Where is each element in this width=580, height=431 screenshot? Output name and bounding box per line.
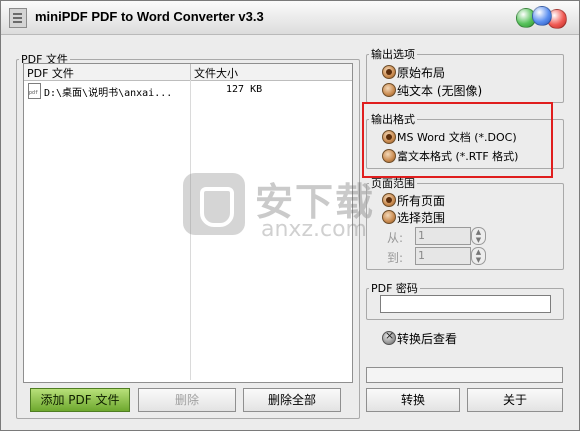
to-label: 到: [387, 251, 404, 265]
view-after-checkbox-icon[interactable] [382, 329, 396, 345]
column-header-file[interactable]: PDF 文件 [27, 65, 74, 81]
view-after-label: 转换后查看 [397, 332, 458, 346]
app-window: miniPDF PDF to Word Converter v3.3 PDF 文… [0, 0, 580, 431]
to-spinner-icon[interactable]: ▲ ▼ [471, 247, 486, 265]
maximize-icon[interactable] [532, 6, 552, 26]
window-controls [513, 6, 569, 32]
page-range-legend: 页面范围 [371, 177, 415, 190]
app-icon [9, 8, 27, 28]
output-options-legend: 输出选项 [371, 48, 415, 61]
file-name: D:\桌面\说明书\anxai... [44, 88, 173, 99]
radio-original-layout[interactable] [382, 65, 396, 79]
add-pdf-button[interactable]: 添加 PDF 文件 [30, 388, 130, 412]
convert-button[interactable]: 转换 [366, 388, 460, 412]
file-list-header: PDF 文件 文件大小 [24, 64, 352, 81]
about-button[interactable]: 关于 [467, 388, 563, 412]
watermark-subtext: anxz.com [261, 217, 367, 242]
password-field[interactable] [380, 295, 551, 313]
progress-bar [366, 367, 563, 383]
password-legend: PDF 密码 [371, 282, 418, 295]
radio-plain-text[interactable] [382, 83, 396, 97]
from-label: 从: [387, 231, 404, 245]
delete-button[interactable]: 删除 [138, 388, 236, 412]
label-plain-text: 纯文本 (无图像) [397, 84, 483, 98]
to-page-value: 1 [418, 249, 425, 262]
label-select-range: 选择范围 [397, 211, 446, 225]
from-spinner-icon[interactable]: ▲ ▼ [471, 227, 486, 245]
file-size: 127 KB [226, 84, 263, 95]
label-original-layout: 原始布局 [397, 66, 446, 80]
from-page-input[interactable]: 1 [415, 227, 471, 245]
delete-all-button[interactable]: 删除全部 [243, 388, 341, 412]
window-title: miniPDF PDF to Word Converter v3.3 [35, 9, 264, 24]
radio-select-range[interactable] [382, 210, 396, 224]
column-divider [190, 64, 191, 80]
label-all-pages: 所有页面 [397, 194, 446, 208]
radio-all-pages[interactable] [382, 193, 396, 207]
table-row[interactable]: D:\桌面\说明书\anxai... 127 KB [24, 83, 352, 99]
pdf-file-icon [28, 83, 41, 99]
watermark-logo [183, 173, 245, 235]
highlight-box [362, 102, 553, 178]
from-page-value: 1 [418, 229, 425, 242]
column-header-size[interactable]: 文件大小 [194, 65, 238, 81]
to-page-input[interactable]: 1 [415, 247, 471, 265]
title-bar: miniPDF PDF to Word Converter v3.3 [1, 1, 579, 35]
